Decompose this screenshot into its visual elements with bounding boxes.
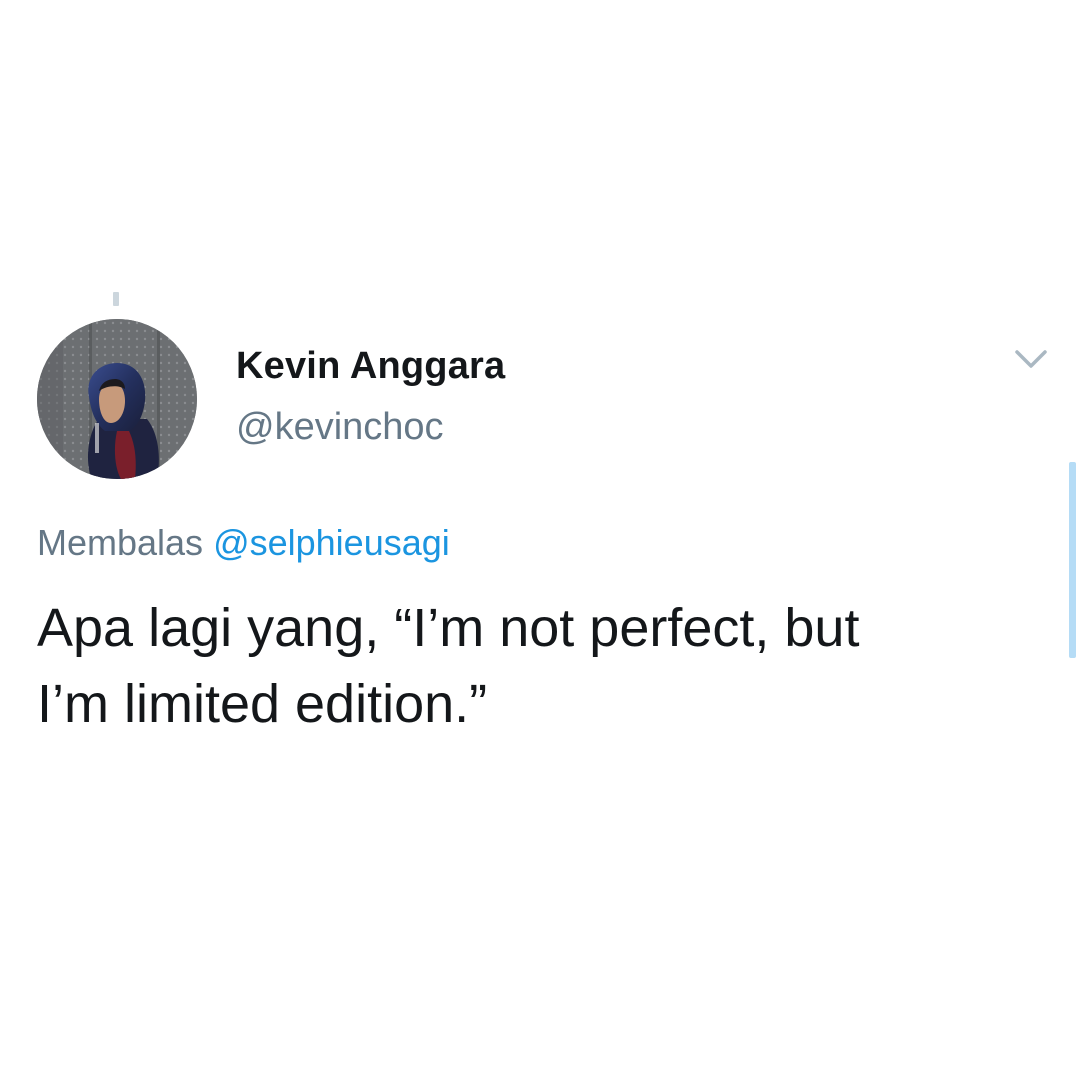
tweet-text-line: Apa lagi yang, “I’m not perfect, but	[37, 598, 860, 658]
chevron-down-icon[interactable]	[1013, 346, 1049, 372]
tweet-text-line: I’m limited edition.”	[37, 674, 488, 734]
reply-prefix: Membalas	[37, 522, 204, 563]
reply-context: Membalas @selphieusagi	[37, 522, 450, 564]
reply-mention-link[interactable]: @selphieusagi	[213, 522, 450, 563]
avatar-photo	[37, 319, 197, 479]
tweet-screenshot: Kevin Anggara @kevinchoc Membalas @selph…	[0, 0, 1080, 1080]
tweet-body: Apa lagi yang, “I’m not perfect, but I’m…	[37, 590, 1047, 742]
thread-connector-line	[113, 292, 119, 306]
author-handle[interactable]: @kevinchoc	[236, 406, 444, 449]
author-display-name[interactable]: Kevin Anggara	[236, 345, 505, 388]
avatar[interactable]	[37, 319, 197, 479]
scroll-indicator	[1069, 462, 1076, 658]
